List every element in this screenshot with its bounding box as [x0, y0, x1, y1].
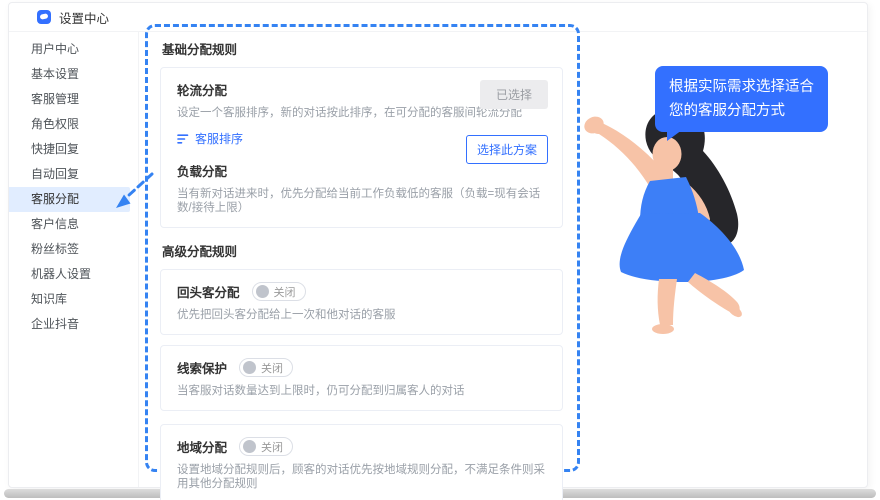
sort-icon [177, 133, 189, 145]
regional-assign-desc: 设置地域分配规则后，顾客的对话优先按地域规则分配，不满足条件则采用其他分配规则 [177, 464, 545, 490]
app-title: 设置中心 [59, 11, 110, 26]
lead-protection-desc: 当客服对话数量达到上限时，仍可分配到归属客人的对话 [177, 385, 465, 397]
person-illustration [584, 107, 744, 334]
selected-button[interactable]: 已选择 [479, 80, 548, 109]
app-logo-icon [37, 10, 51, 24]
connector-arrow-icon [116, 172, 154, 208]
sidebar: 用户中心 基本设置 客服管理 角色权限 快捷回复 自动回复 客服分配 客户信息 … [9, 32, 139, 487]
lead-protection-toggle-label: 关闭 [261, 362, 284, 375]
tip-bubble-line2: 您的客服分配方式 [669, 103, 785, 119]
bubble-tail-icon [667, 130, 682, 141]
sidebar-item-fan-tags[interactable]: 粉丝标签 [9, 237, 138, 262]
lead-protection-title: 线索保护 [177, 362, 228, 376]
lead-protection-card: 线索保护 关闭 当客服对话数量达到上限时，仍可分配到归属客人的对话 [160, 345, 563, 411]
regional-assign-toggle-label: 关闭 [261, 441, 284, 454]
load-balance-desc: 当有新对话进来时，优先分配给当前工作负载低的客服（负载=现有会话数/接待上限） [177, 188, 541, 214]
tip-bubble-line1: 根据实际需求选择适合 [669, 79, 814, 95]
toggle-dot-icon [243, 361, 257, 374]
sidebar-item-basic-settings[interactable]: 基本设置 [9, 62, 138, 87]
returning-customer-title: 回头客分配 [177, 286, 240, 300]
returning-customer-toggle[interactable]: 关闭 [251, 282, 306, 301]
sidebar-item-quick-reply[interactable]: 快捷回复 [9, 137, 138, 162]
sidebar-item-robot-settings[interactable]: 机器人设置 [9, 262, 138, 287]
returning-customer-desc: 优先把回头客分配给上一次和他对话的客服 [177, 309, 396, 321]
sidebar-item-agent-mgmt[interactable]: 客服管理 [9, 87, 138, 112]
basic-rules-title: 基础分配规则 [162, 43, 238, 57]
regional-assign-card: 地域分配 关闭 设置地域分配规则后，顾客的对话优先按地域规则分配，不满足条件则采… [160, 424, 563, 500]
highlight-box: 基础分配规则 轮流分配 设定一个客服排序，新的对话按此排序，在可分配的客服间轮流… [145, 24, 580, 500]
choose-plan-button[interactable]: 选择此方案 [465, 135, 548, 164]
basic-rules-card: 轮流分配 设定一个客服排序，新的对话按此排序，在可分配的客服间轮流分配 客服排序… [160, 67, 563, 228]
regional-assign-title: 地域分配 [177, 441, 228, 455]
agent-sort-link-label: 客服排序 [195, 132, 244, 146]
sidebar-item-enterprise-douyin[interactable]: 企业抖音 [9, 312, 138, 337]
regional-assign-toggle[interactable]: 关闭 [239, 437, 294, 456]
toggle-dot-icon [243, 440, 257, 453]
sidebar-item-role-perms[interactable]: 角色权限 [9, 112, 138, 137]
advanced-rules-title: 高级分配规则 [162, 245, 238, 259]
returning-customer-toggle-label: 关闭 [273, 286, 296, 299]
sidebar-item-knowledge-base[interactable]: 知识库 [9, 287, 138, 312]
toggle-dot-icon [255, 285, 269, 298]
lead-protection-toggle[interactable]: 关闭 [239, 358, 294, 377]
sidebar-item-user-center[interactable]: 用户中心 [9, 37, 138, 62]
tip-bubble: 根据实际需求选择适合 您的客服分配方式 [655, 66, 828, 141]
returning-customer-card: 回头客分配 关闭 优先把回头客分配给上一次和他对话的客服 [160, 269, 563, 335]
